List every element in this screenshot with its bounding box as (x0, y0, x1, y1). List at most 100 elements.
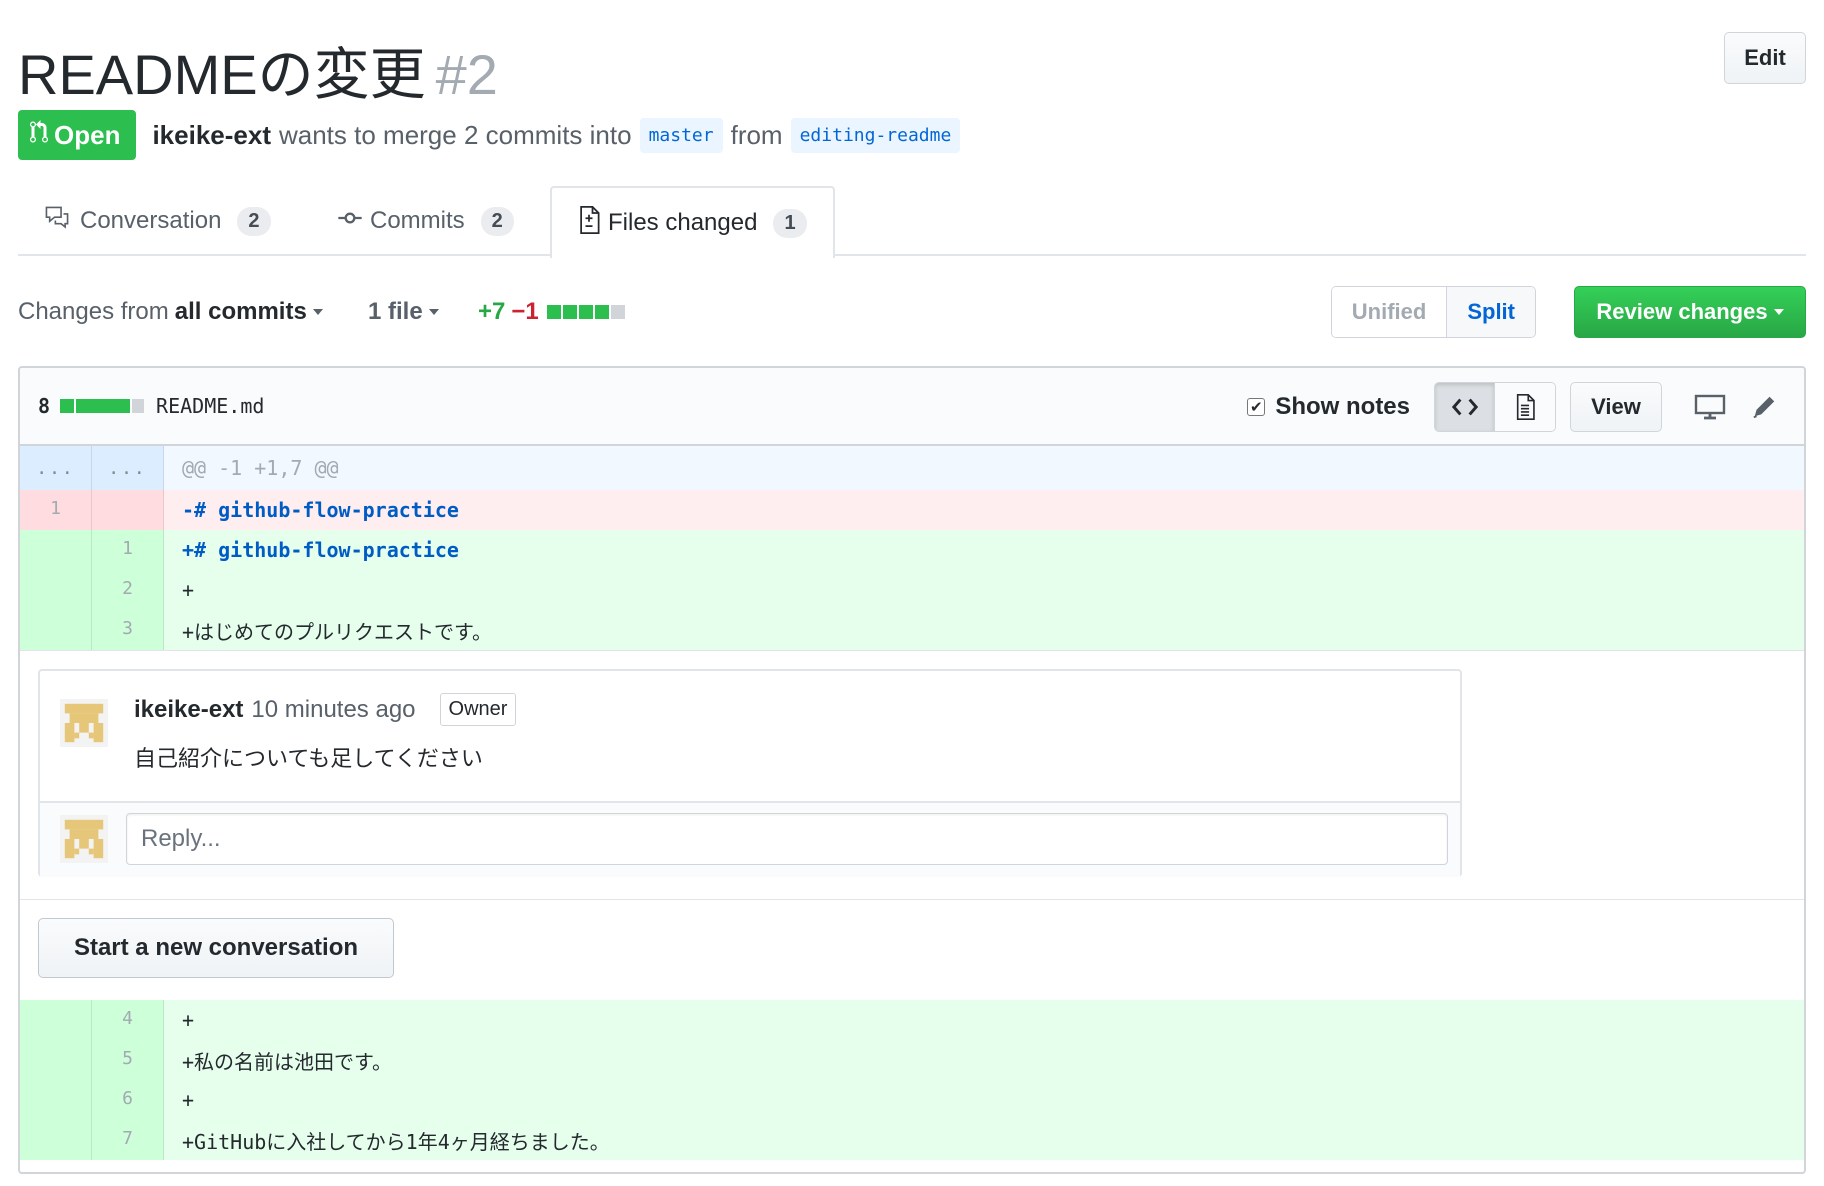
changes-from-dropdown[interactable]: Changes from all commits (18, 286, 323, 338)
unified-button[interactable]: Unified (1331, 287, 1448, 337)
tab-count: 2 (237, 206, 271, 236)
pr-meta: Open ikeike-ext wants to merge 2 commits… (18, 110, 968, 160)
line-content: +はじめてのプルリクエストです。 (182, 619, 493, 644)
pr-number: #2 (435, 43, 498, 106)
hunk-range: @@ -1 +1,7 @@ (182, 456, 339, 480)
new-line-number[interactable]: 2 (92, 570, 164, 610)
line-content: + (182, 1088, 195, 1112)
diff-line-added: 1 +# github-flow-practice (20, 530, 1804, 570)
pr-tabs: Conversation 2 Commits 2 Files changed 1 (18, 186, 1806, 258)
expand-down-button[interactable]: ... (92, 446, 164, 490)
comment-body: 自己紹介についても足してください (134, 746, 483, 771)
file-actions: ✔ Show notes View (1247, 382, 1784, 432)
inline-comments: ikeike-ext 10 minutes ago Owner 自己紹介について… (20, 650, 1804, 900)
owner-badge: Owner (439, 693, 517, 726)
file-name[interactable]: README.md (156, 394, 264, 418)
code-icon[interactable] (1435, 383, 1495, 431)
display-mode-toggle (1434, 382, 1556, 432)
comment-author-link[interactable]: ikeike-ext (134, 696, 243, 724)
tab-count: 1 (773, 208, 807, 238)
pencil-icon[interactable] (1744, 387, 1784, 427)
diff-line-added: 5 +私の名前は池田です。 (20, 1040, 1804, 1080)
old-line-number[interactable] (20, 1080, 92, 1120)
tab-conversation[interactable]: Conversation 2 (42, 186, 271, 256)
diffstat-bar (546, 305, 625, 319)
expand-up-button[interactable]: ... (20, 446, 92, 490)
base-branch[interactable]: master (639, 117, 723, 153)
old-line-number[interactable] (20, 530, 92, 570)
old-line-number[interactable] (20, 570, 92, 610)
diff-line-added: 3 +はじめてのプルリクエストです。 (20, 610, 1804, 650)
file-text-icon[interactable] (1495, 383, 1555, 431)
diff-toolbar: Changes from all commits 1 file +7 −1 Uni… (18, 286, 1806, 338)
edit-button[interactable]: Edit (1724, 32, 1806, 84)
line-content: + (182, 578, 195, 602)
from-text: from (730, 119, 783, 150)
diff-line-added: 6 + (20, 1080, 1804, 1120)
pr-header: READMEの変更 #2 Edit (18, 20, 1806, 106)
comment-discussion-icon (42, 205, 72, 238)
diff-view-toggle: Unified Split (1330, 286, 1536, 338)
page-title: READMEの変更 #2 (18, 30, 498, 111)
file-diff: 8 README.md ✔ Show notes View ... ... @@… (18, 366, 1806, 1174)
reply-row: Reply... (40, 803, 1460, 877)
head-branch[interactable]: editing-readme (790, 117, 961, 153)
new-line-number[interactable]: 1 (92, 530, 164, 570)
line-content: +GitHubに入社してから1年4ヶ月経ちました。 (182, 1129, 610, 1154)
tab-count: 2 (480, 206, 514, 236)
git-pull-request-icon (30, 119, 48, 152)
checkbox-checked-icon[interactable]: ✔ (1247, 398, 1266, 416)
status-badge: Open (18, 110, 137, 160)
review-comment: ikeike-ext 10 minutes ago Owner 自己紹介について… (40, 671, 1460, 803)
pr-title: READMEの変更 (18, 43, 426, 106)
new-line-number[interactable] (92, 490, 164, 530)
show-notes-toggle[interactable]: ✔ Show notes (1247, 393, 1410, 421)
diff-line-deleted: 1 -# github-flow-practice (20, 490, 1804, 530)
start-new-conversation-button[interactable]: Start a new conversation (38, 918, 394, 978)
old-line-number[interactable] (20, 610, 92, 650)
tab-commits[interactable]: Commits 2 (338, 186, 514, 256)
reply-input[interactable]: Reply... (126, 813, 1448, 865)
caret-down-icon (1773, 309, 1784, 315)
diffstat: +7 −1 (478, 286, 625, 338)
caret-down-icon (428, 309, 439, 315)
avatar (60, 815, 108, 863)
new-line-number[interactable]: 3 (92, 610, 164, 650)
new-line-number[interactable]: 5 (92, 1040, 164, 1080)
review-changes-button[interactable]: Review changes (1574, 286, 1806, 338)
diff-line-added: 2 + (20, 570, 1804, 610)
hunk-header: ... ... @@ -1 +1,7 @@ (20, 446, 1804, 490)
avatar[interactable] (60, 699, 108, 747)
file-diff-icon (578, 205, 600, 241)
comment-timestamp[interactable]: 10 minutes ago (251, 696, 415, 724)
old-line-number[interactable]: 1 (20, 490, 92, 530)
comment-header: ikeike-ext 10 minutes ago Owner (134, 693, 517, 726)
line-content: + (182, 1008, 195, 1032)
diff-line-added: 4 + (20, 1000, 1804, 1040)
desktop-icon[interactable] (1690, 387, 1730, 427)
git-commit-icon (338, 207, 362, 235)
old-line-number[interactable] (20, 1040, 92, 1080)
view-file-button[interactable]: View (1570, 382, 1662, 432)
new-line-number[interactable]: 6 (92, 1080, 164, 1120)
file-info: 8 README.md (38, 368, 264, 444)
pr-author-link[interactable]: ikeike-ext (152, 120, 271, 151)
old-line-number[interactable] (20, 1120, 92, 1160)
comment-thread: ikeike-ext 10 minutes ago Owner 自己紹介について… (38, 669, 1462, 877)
line-content: +私の名前は池田です。 (182, 1049, 393, 1074)
file-diffstat-bar (60, 399, 145, 413)
new-conversation-row: Start a new conversation (20, 900, 1804, 1000)
caret-down-icon (312, 309, 323, 315)
new-line-number[interactable]: 7 (92, 1120, 164, 1160)
line-content: +# github-flow-practice (182, 538, 459, 562)
old-line-number[interactable] (20, 1000, 92, 1040)
new-line-number[interactable]: 4 (92, 1000, 164, 1040)
merge-text: wants to merge 2 commits into (278, 119, 632, 150)
split-button[interactable]: Split (1447, 287, 1535, 337)
deletions-count: −1 (511, 298, 539, 325)
line-content: -# github-flow-practice (182, 498, 459, 522)
additions-count: +7 (478, 298, 506, 325)
file-change-count: 8 (38, 394, 51, 418)
file-filter-dropdown[interactable]: 1 file (368, 286, 439, 338)
tab-files-changed[interactable]: Files changed 1 (550, 186, 835, 258)
